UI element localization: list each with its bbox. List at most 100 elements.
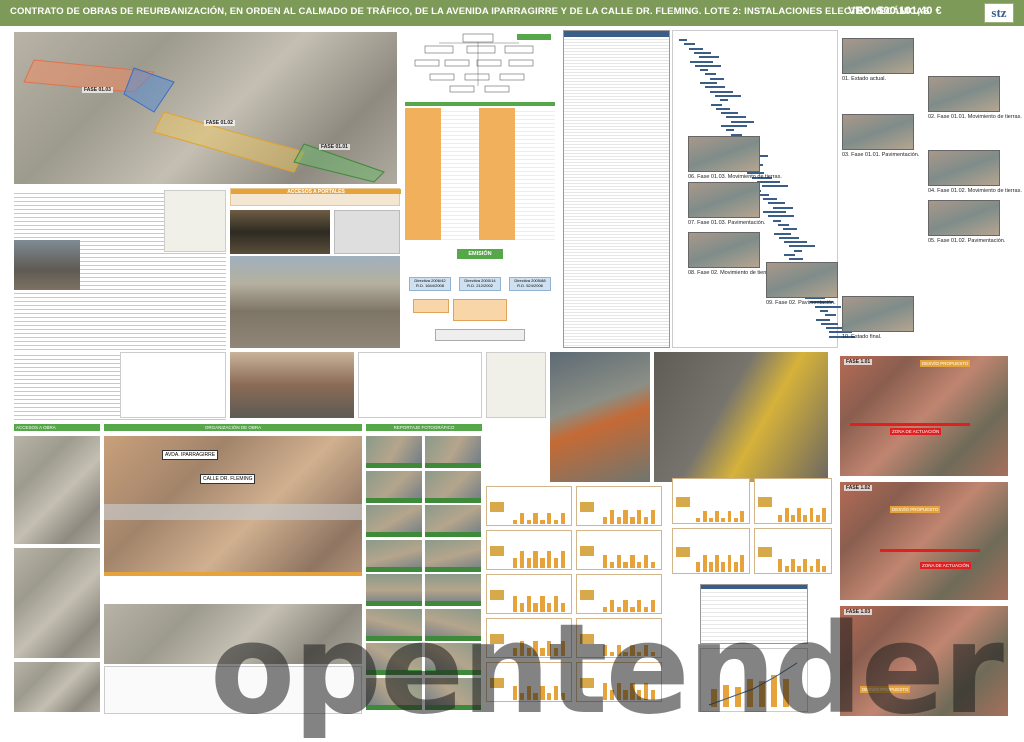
tunnel-photo	[230, 210, 330, 254]
noise-bar	[727, 555, 732, 572]
phase-label: FASE 01.01	[319, 144, 350, 150]
gantt-bar	[820, 309, 829, 312]
excavator-icon	[676, 547, 690, 557]
noise-bar	[696, 518, 701, 522]
noise-bar	[637, 562, 642, 568]
gantt-bar	[763, 211, 786, 213]
gantt-bar	[778, 223, 790, 226]
noise-bar	[778, 515, 783, 522]
noise-bar	[540, 520, 545, 524]
gantt-bar	[783, 228, 798, 231]
access-map	[14, 548, 100, 658]
noise-bar	[623, 562, 628, 568]
gantt-bar	[789, 258, 804, 261]
gantt-bar	[689, 60, 713, 63]
gantt-table	[563, 30, 670, 348]
report-photo-caption	[425, 566, 481, 572]
noise-bar	[526, 558, 531, 568]
gantt-bar	[788, 245, 815, 248]
stage-caption: 04. Fase 01.02. Movimiento de tierras.	[928, 188, 1022, 194]
noise-bar	[560, 513, 566, 524]
noise-bar	[822, 508, 826, 522]
report-photo-caption	[425, 463, 481, 468]
report-photo-caption	[425, 532, 481, 537]
zone-label: ZONA DE ACTUACIÓN	[890, 428, 942, 435]
noise-bar	[708, 562, 713, 572]
excavator-icon	[580, 546, 594, 556]
report-photo	[366, 505, 422, 537]
noise-bar	[702, 555, 707, 572]
emision-title: EMISIÓN	[457, 249, 503, 259]
noise-bar	[526, 520, 531, 524]
gantt-bar	[709, 77, 724, 80]
info-box	[453, 299, 507, 321]
gantt-bar	[773, 219, 782, 222]
gantt-bar	[784, 254, 795, 256]
gantt-bar	[715, 107, 730, 110]
stage-thumbnail	[842, 114, 914, 150]
noise-bar	[533, 513, 538, 524]
stage-caption: 02. Fase 01.01. Movimiento de tierras.	[928, 114, 1022, 120]
recycling-diagram	[120, 352, 226, 418]
excavator-icon	[676, 497, 690, 507]
noise-bar	[797, 566, 801, 572]
gantt-bar	[757, 180, 781, 183]
organizacion-title: ORGANIZACIÓN DE OBRA	[104, 424, 362, 431]
zone-label: ZONA DE ACTUACIÓN	[920, 562, 972, 569]
stage-thumbnail	[688, 136, 760, 172]
org-chart	[405, 32, 555, 98]
access-map	[14, 662, 100, 712]
noise-bar	[616, 517, 621, 524]
noise-bar	[554, 558, 559, 568]
gantt-bar	[762, 185, 789, 188]
phase-map-label: FASE 1.02	[844, 485, 873, 491]
noise-bar	[715, 511, 719, 522]
gantt-bar	[710, 103, 722, 106]
gantt-bar	[825, 314, 837, 317]
stage-caption: 06. Fase 01.03. Movimiento de tierras.	[688, 174, 782, 180]
gantt-bar	[762, 198, 777, 201]
accesos-title: ACCESOS A OBRA	[14, 424, 100, 431]
noise-bar	[822, 566, 826, 572]
noise-bar	[803, 559, 808, 572]
noise-bar	[547, 513, 552, 524]
workers-photo	[550, 352, 650, 482]
noise-bar	[609, 562, 614, 568]
access-panel: ACCESOS A PORTALES	[230, 188, 401, 206]
phase-label: FASE 01.03	[82, 87, 113, 93]
street-photo	[230, 352, 354, 418]
noise-charts-col2	[672, 478, 836, 578]
noise-bar	[630, 517, 635, 524]
directive-box: Directiva 2000/14 R.D. 212/2002	[459, 277, 501, 291]
stage-thumbnail	[688, 232, 760, 268]
noise-bar	[727, 511, 732, 522]
excavator-icon	[580, 502, 594, 512]
note-box	[435, 329, 525, 341]
street-label: AVDA. IPARRAGIRRE	[162, 450, 219, 460]
watermark: opentender	[210, 598, 1004, 742]
noise-bar	[602, 517, 608, 524]
document-title: CONTRATO DE OBRAS DE REURBANIZACIÓN, EN …	[10, 6, 930, 17]
report-photo	[366, 436, 422, 468]
org-chart-svg	[414, 33, 551, 93]
gantt-bar	[783, 241, 807, 244]
noise-bar	[650, 562, 656, 568]
phase-overview-map: FASE 01.03 FASE 01.02 FASE 01.01	[14, 32, 397, 184]
gantt-bar	[699, 56, 720, 59]
noise-bar	[733, 518, 738, 522]
route-map-thumbnail	[164, 190, 226, 252]
gravel-photo	[14, 240, 80, 290]
gantt-bar	[820, 322, 838, 325]
noise-bar	[644, 517, 649, 524]
report-photo	[366, 470, 422, 503]
excavator-icon	[490, 502, 504, 512]
excavator-icon	[490, 546, 504, 556]
gantt-bar	[725, 116, 746, 119]
noise-bar	[547, 551, 552, 568]
gantt-bar	[689, 47, 704, 50]
gantt-bar	[726, 129, 735, 132]
directive-box: Directiva 2006/42 R.D. 1644/2008	[409, 277, 451, 291]
reportaje-title: REPORTAJE FOTOGRÁFICO	[366, 424, 482, 431]
gantt-bar	[815, 318, 830, 321]
noise-bar	[809, 508, 814, 522]
